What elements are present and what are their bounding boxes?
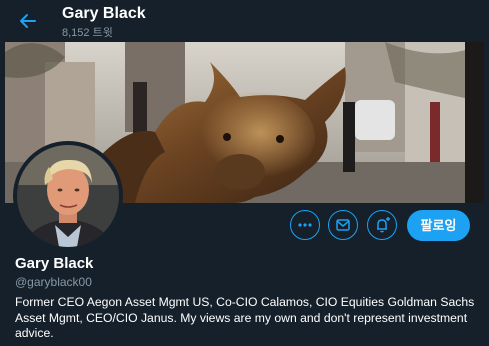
tweet-count: 8,152 트윗 xyxy=(62,27,113,39)
more-icon xyxy=(298,223,312,227)
more-button[interactable] xyxy=(290,210,320,240)
notifications-button[interactable] xyxy=(367,210,397,240)
bell-plus-icon xyxy=(377,217,390,233)
avatar-frame[interactable] xyxy=(13,141,123,251)
back-arrow-icon[interactable] xyxy=(16,9,40,33)
profile-name: Gary Black xyxy=(15,255,94,272)
message-button[interactable] xyxy=(328,210,358,240)
header-title: Gary Black xyxy=(62,5,146,22)
avatar[interactable] xyxy=(17,145,119,247)
profile-header: Gary Black 8,152 트윗 xyxy=(0,0,489,42)
following-button[interactable]: 팔로잉 xyxy=(407,210,470,241)
mail-icon xyxy=(336,219,350,231)
profile-handle: @garyblack00 xyxy=(15,275,92,289)
profile-bio: Former CEO Aegon Asset Mgmt US, Co-CIO C… xyxy=(15,295,475,340)
